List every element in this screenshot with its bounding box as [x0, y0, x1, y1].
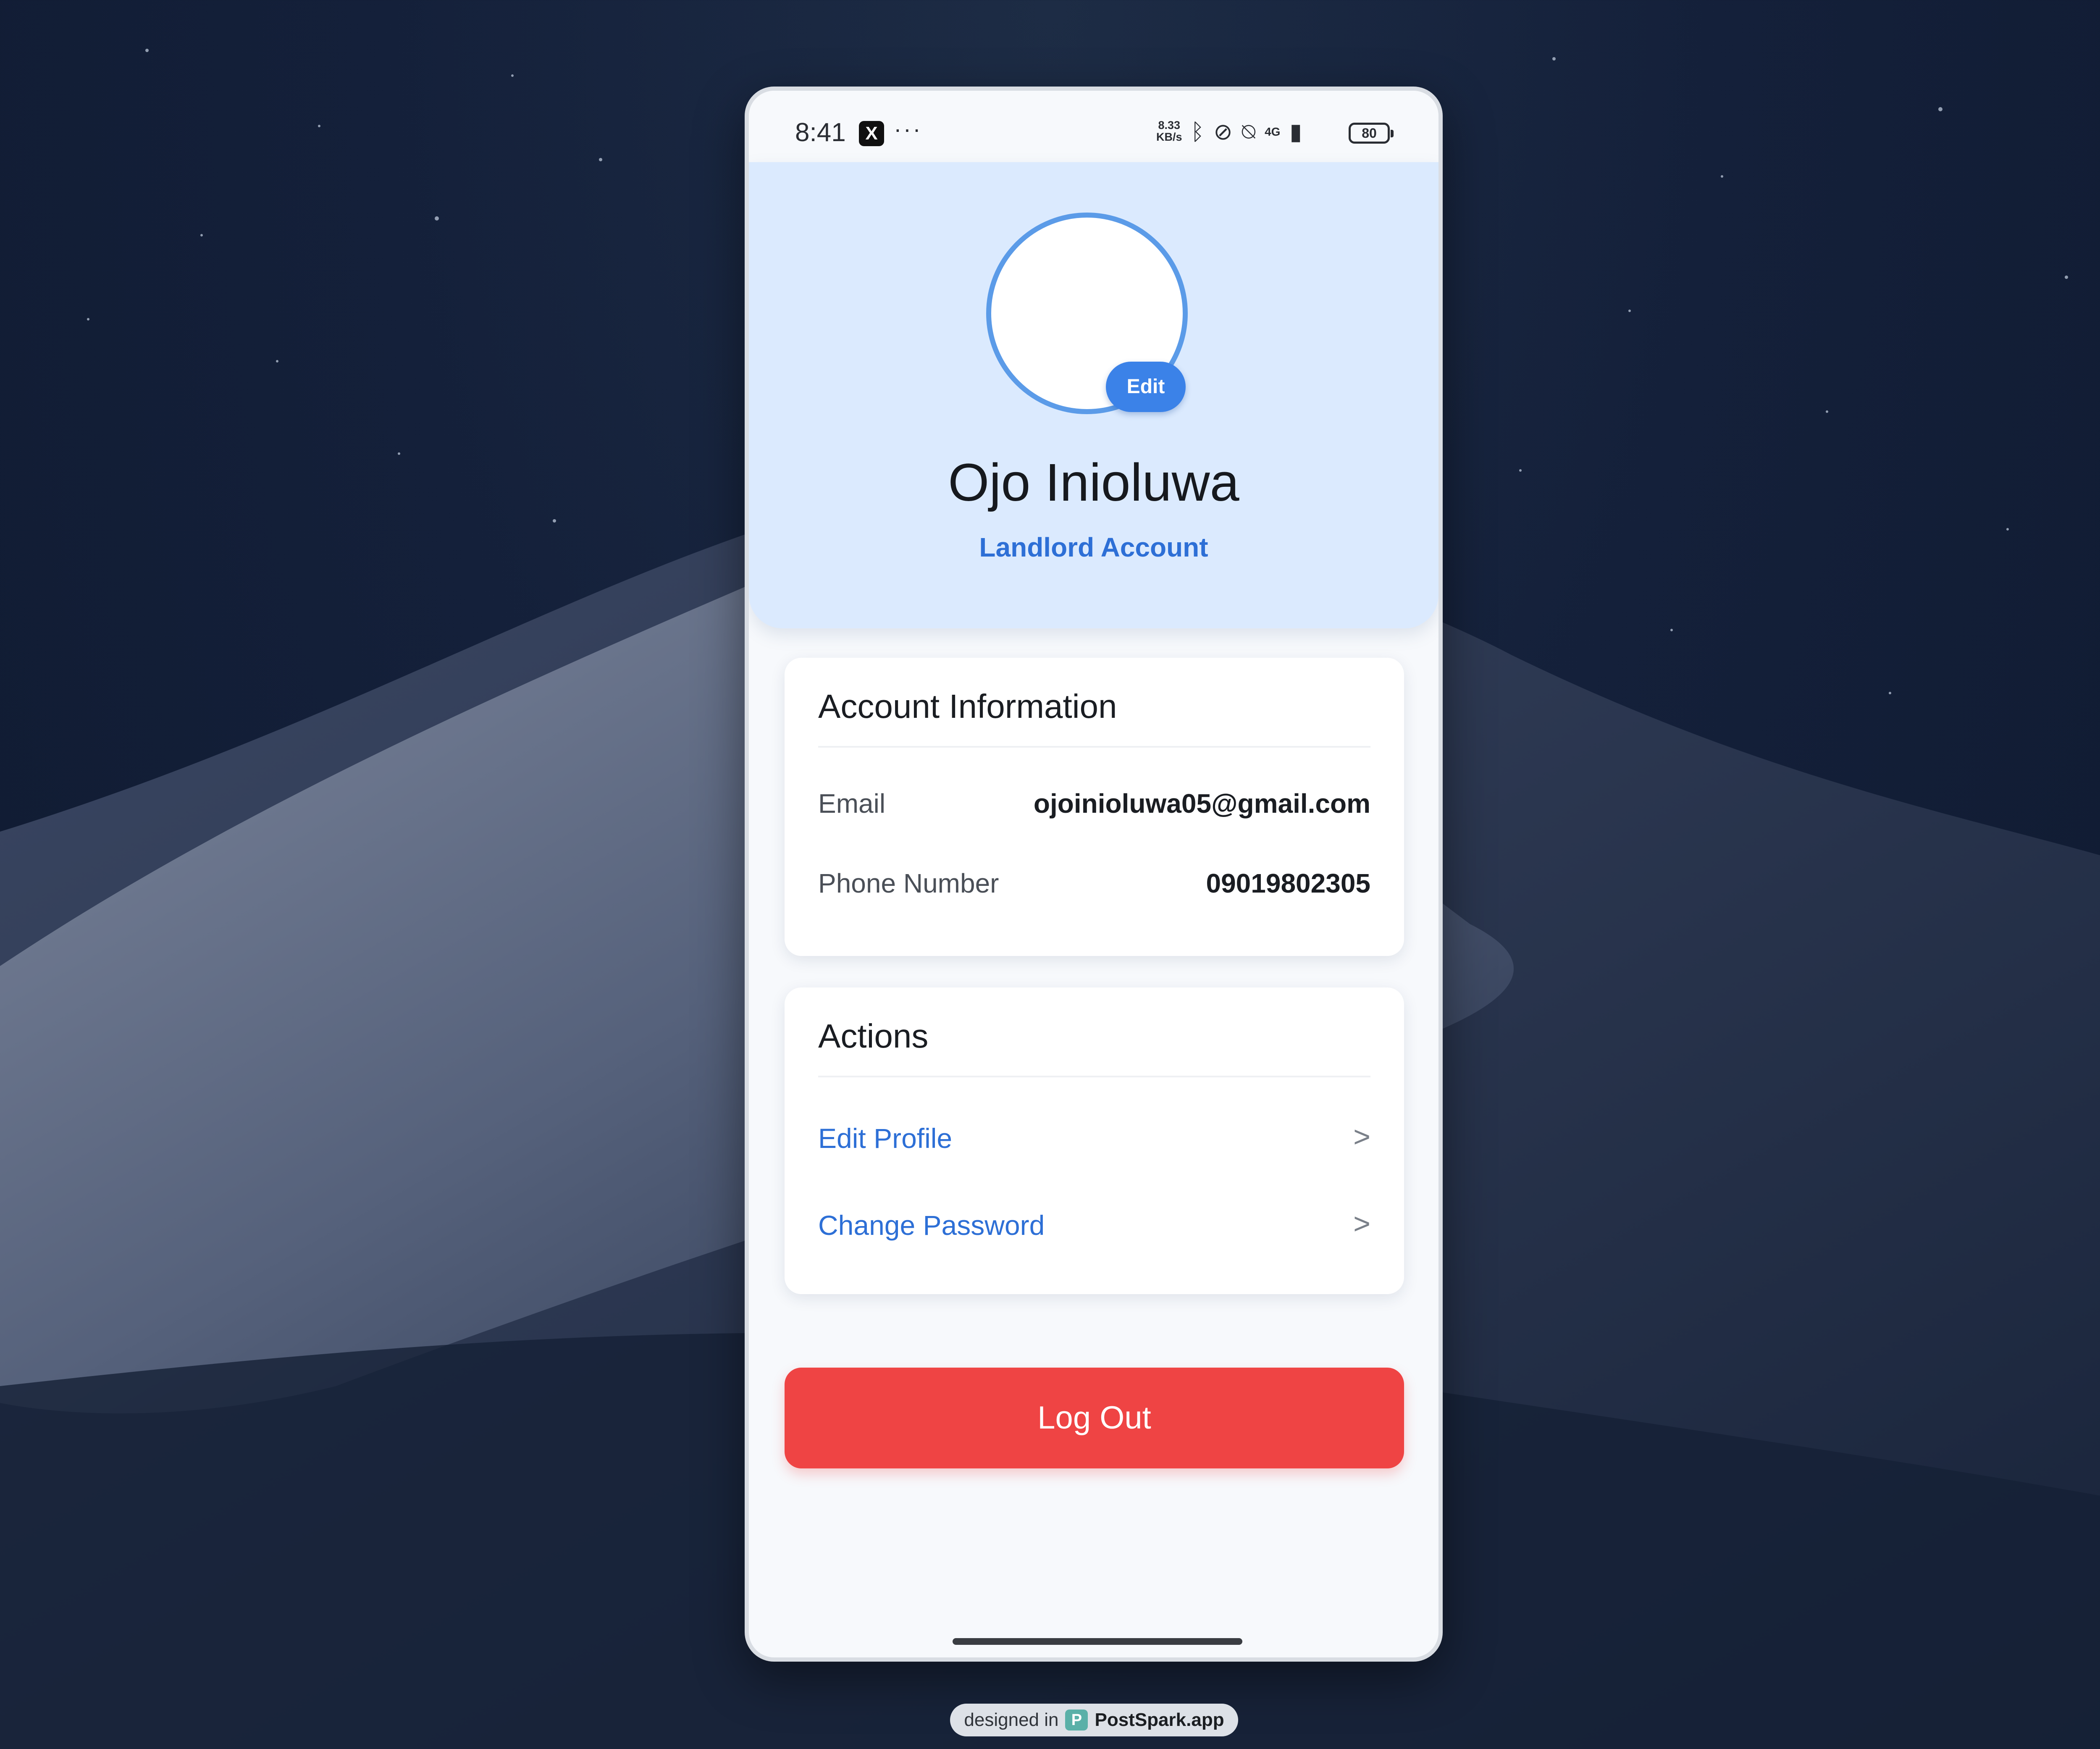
email-label: Email	[818, 788, 886, 819]
logout-button[interactable]: Log Out	[785, 1368, 1404, 1468]
x-app-icon: X	[859, 121, 884, 146]
card-title: Account Information	[818, 688, 1117, 725]
home-indicator[interactable]	[953, 1638, 1242, 1645]
status-time: 8:41	[795, 118, 846, 147]
email-value: ojoinioluwa05@gmail.com	[1033, 788, 1370, 819]
profile-header: Edit Ojo Inioluwa Landlord Account	[749, 162, 1438, 628]
phone-label: Phone Number	[818, 868, 999, 898]
bluetooth-icon: ᛒ	[1191, 119, 1205, 144]
card-title: Actions	[818, 1017, 929, 1055]
edit-profile-label: Edit Profile	[818, 1123, 953, 1154]
link-icon: ⊘	[1213, 119, 1233, 144]
account-type: Landlord Account	[979, 532, 1208, 562]
postspark-watermark[interactable]: designed in P PostSpark.app	[950, 1704, 1238, 1736]
edit-avatar-button[interactable]: Edit	[1106, 362, 1186, 412]
network-type: 4G	[1265, 125, 1281, 138]
divider	[818, 1076, 1370, 1077]
postspark-logo-icon: P	[1065, 1710, 1088, 1731]
change-password-link[interactable]: Change Password >	[818, 1194, 1370, 1253]
mute-icon: ⍉	[1242, 119, 1256, 144]
more-notifications-icon: ···	[894, 116, 922, 142]
network-speed-unit: KB/s	[1156, 131, 1182, 143]
chevron-right-icon: >	[1353, 1207, 1370, 1240]
phone-frame: 8:41 X ··· 8.33 KB/s ᛒ ⊘ ⍉ 4G ▮ 80 Edit …	[745, 87, 1443, 1662]
chevron-right-icon: >	[1353, 1120, 1370, 1153]
divider	[818, 746, 1370, 748]
network-speed-value: 8.33	[1158, 119, 1181, 131]
signal-icon: ▮	[1289, 119, 1302, 144]
battery-icon: 80	[1349, 123, 1394, 144]
edit-profile-link[interactable]: Edit Profile >	[818, 1107, 1370, 1166]
account-information-card: Account Information Email ojoinioluwa05@…	[785, 658, 1404, 956]
watermark-prefix: designed in	[964, 1710, 1059, 1730]
change-password-label: Change Password	[818, 1210, 1045, 1241]
profile-name: Ojo Inioluwa	[948, 453, 1239, 512]
status-bar: 8:41 X ··· 8.33 KB/s ᛒ ⊘ ⍉ 4G ▮ 80	[749, 91, 1438, 162]
battery-level: 80	[1362, 126, 1377, 141]
network-speed: 8.33 KB/s	[1156, 119, 1182, 143]
watermark-brand: PostSpark.app	[1095, 1710, 1224, 1730]
status-icons: ᛒ ⊘ ⍉ 4G ▮	[1191, 118, 1302, 145]
phone-value: 09019802305	[1206, 868, 1370, 898]
actions-card: Actions Edit Profile > Change Password >	[785, 987, 1404, 1294]
